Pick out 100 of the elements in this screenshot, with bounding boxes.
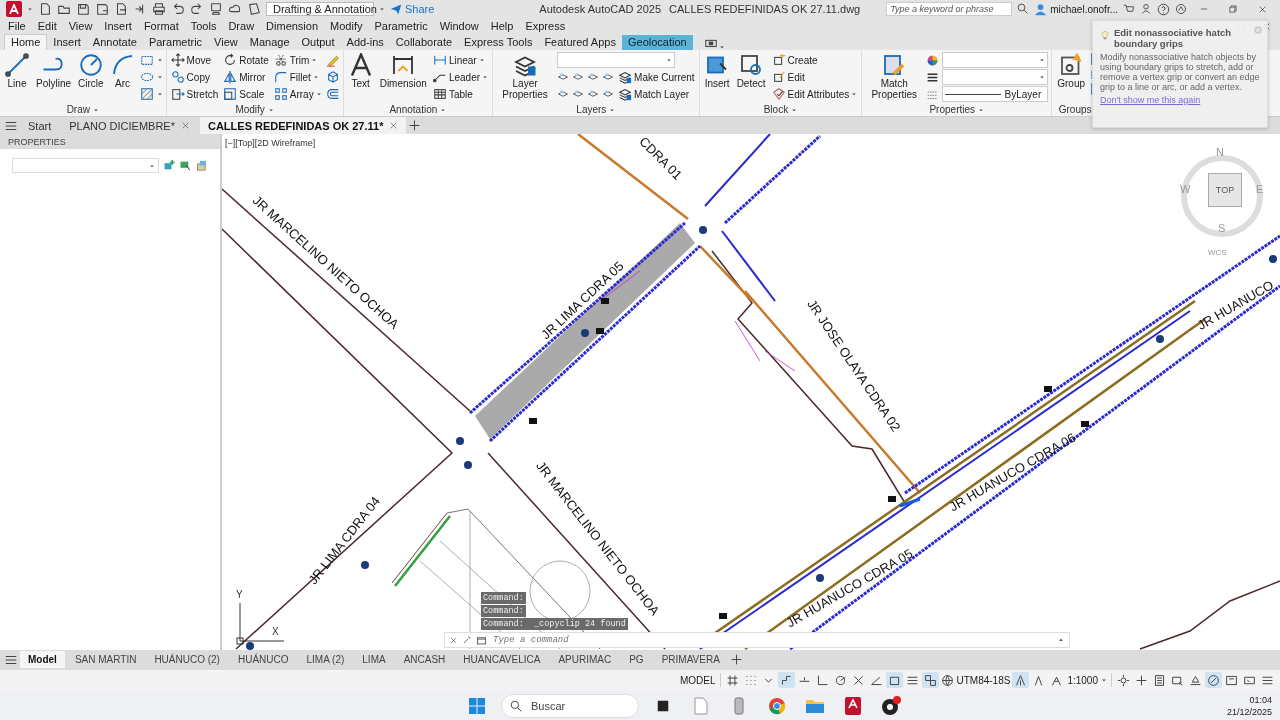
coordinate-system-button[interactable]: UTM84-18S [939,672,1012,688]
ribbon-tool-button[interactable]: Create [770,52,859,68]
ribbon-tool-button[interactable]: Layer Properties [496,52,555,101]
ribbon-tool-button[interactable]: Arc [108,52,137,90]
command-input[interactable]: Type a command [491,634,1053,646]
ribbon-tab[interactable]: Output [295,35,341,50]
color-dropdown[interactable] [942,52,1049,68]
menu-item[interactable]: View [62,20,99,32]
menu-item[interactable]: Modify [324,20,369,32]
ribbon-tool-button[interactable]: Match Layer [617,86,691,102]
annotation-scale-button[interactable]: 1:1000 [1066,672,1108,688]
layout-tab[interactable]: PG [621,651,652,668]
gear-toggle[interactable] [1115,672,1132,688]
ribbon-tool-button[interactable]: Copy [169,69,220,85]
menu-item[interactable]: Express [519,20,572,32]
ribbon-tool-button[interactable]: Scale [222,86,270,102]
ribbon-tab[interactable]: Parametric [142,35,209,50]
ribbon-tool-button[interactable]: Leader [431,69,490,85]
menu-item[interactable]: Tools [184,20,223,32]
menu-item[interactable]: Format [137,20,185,32]
layout-tab[interactable]: APURIMAC [550,651,620,668]
ribbon-tab[interactable]: Geolocation [621,35,693,50]
ribbon-tool-button[interactable]: Edit [770,69,859,85]
layout-tab[interactable]: HUÁNUCO [229,651,297,668]
dismiss-link[interactable]: Don't show me this again [1100,95,1260,105]
command-line-field[interactable]: Type a command [444,632,1070,648]
menu-item[interactable]: Edit [31,20,63,32]
menu-item[interactable]: Parametric [368,20,434,32]
menu-item[interactable]: File [2,20,32,32]
panel-title[interactable]: Properties [865,103,1049,116]
ribbon-tool-button[interactable]: Polyline [34,52,74,90]
ribbon-tab[interactable]: Home [4,34,48,50]
ribbon-tool-button[interactable]: Mirror [222,69,270,85]
ribbon-tab[interactable]: View [208,35,244,50]
ribbon-tool-button[interactable]: Text [346,52,375,90]
ribbon-tool-button[interactable]: Linear [431,52,490,68]
viewcube-face[interactable]: TOP [1208,173,1242,207]
windows-logo-icon[interactable] [468,697,486,715]
ribbon-tool-button[interactable]: Match Properties [865,52,924,101]
model-space-button[interactable]: MODEL [678,672,717,688]
ribbon-tool-button[interactable]: Make Current [617,69,696,85]
file-tab[interactable]: CALLES REDEFINIDAS OK 27.11* [200,117,407,134]
layout-tab[interactable]: ANCASH [395,651,454,668]
share-button[interactable]: Share [390,3,435,15]
hardware-acceleration-toggle[interactable] [1205,672,1222,688]
ribbon-tool-button[interactable]: Array [272,86,323,102]
taskbar-time[interactable]: 01:04 [1249,695,1272,705]
viewport-controls-label[interactable]: [−][Top][2D Wireframe] [225,138,316,148]
menu-item[interactable]: Draw [222,20,261,32]
taskbar-date[interactable]: 21/12/2025 [1226,707,1272,717]
ribbon-tab[interactable]: Express Tools [458,35,539,50]
ribbon-tab[interactable]: Manage [243,35,296,50]
rectangle-toggle[interactable] [885,672,903,688]
ribbon-tool-button[interactable]: Fillet [272,69,323,85]
layout-tab[interactable]: Model [20,651,65,668]
transparency-toggle[interactable] [921,672,939,688]
panel-title[interactable]: Groups [1055,103,1105,116]
ribbon-tab[interactable]: Annotate [86,35,143,50]
polar-icon [833,673,847,687]
layout-tab[interactable]: SAN MARTIN [66,651,145,668]
ribbon-tool-button[interactable]: Insert [702,52,732,90]
layout-tab[interactable]: LIMA [354,651,394,668]
panel-title[interactable]: Annotation [346,103,490,116]
panel-title[interactable]: Block [702,103,859,116]
user-menu[interactable]: michael.onofr... [1034,2,1118,16]
ribbon-tab[interactable]: Insert [47,35,87,50]
search-field[interactable]: Type a keyword or phrase [886,2,1013,16]
layout-tab[interactable]: HUÁNUCO (2) [146,651,228,668]
ribbon-tool-button[interactable]: Detect [734,52,768,90]
menu-item[interactable]: Dimension [260,20,325,32]
menu-item[interactable]: Help [484,20,520,32]
layout-tab[interactable]: PRIMAVERA [653,651,728,668]
menu-item[interactable]: Window [433,20,485,32]
ribbon-tool-button[interactable]: Circle [76,52,106,90]
file-tab[interactable]: Start [20,117,60,134]
autocad-logo-icon[interactable] [6,1,22,17]
panel-title[interactable]: Layers [496,103,696,116]
ribbon-tool-button[interactable]: Move [169,52,220,68]
ribbon-tab[interactable]: Featured Apps [538,35,622,50]
menu-item[interactable]: Insert [98,20,138,32]
layout-tab[interactable]: HUANCAVELICA [455,651,549,668]
ribbon-tool-button[interactable]: Line [3,52,31,90]
ribbon-tool-button[interactable]: Trim [272,52,323,68]
layout-tab[interactable]: LIMA (2) [298,651,353,668]
file-tab[interactable]: PLANO DICIEMBRE* [61,117,198,134]
ribbon-tab[interactable]: Collaborate [389,35,459,50]
caret-icon [718,44,725,50]
ribbon-tool-button[interactable]: Group [1055,52,1088,90]
linetype-dropdown[interactable]: ByLayer [942,86,1049,102]
panel-title[interactable]: Modify [169,103,340,116]
taskbar-search-field[interactable]: Buscar [501,694,639,718]
ribbon-tool-button[interactable]: Edit Attributes [770,86,859,102]
ribbon-tool-button[interactable]: Rotate [222,52,270,68]
ribbon-tool-button[interactable]: Table [431,86,490,102]
panel-title[interactable]: Draw [3,103,163,116]
annotation-monitor-toggle[interactable] [1012,672,1030,688]
ribbon-tab[interactable]: Add-ins [340,35,390,50]
ribbon-tool-button[interactable]: Stretch [169,86,220,102]
ribbon-tool-button[interactable]: Dimension [377,52,429,90]
constraint-toggle[interactable] [777,672,795,688]
